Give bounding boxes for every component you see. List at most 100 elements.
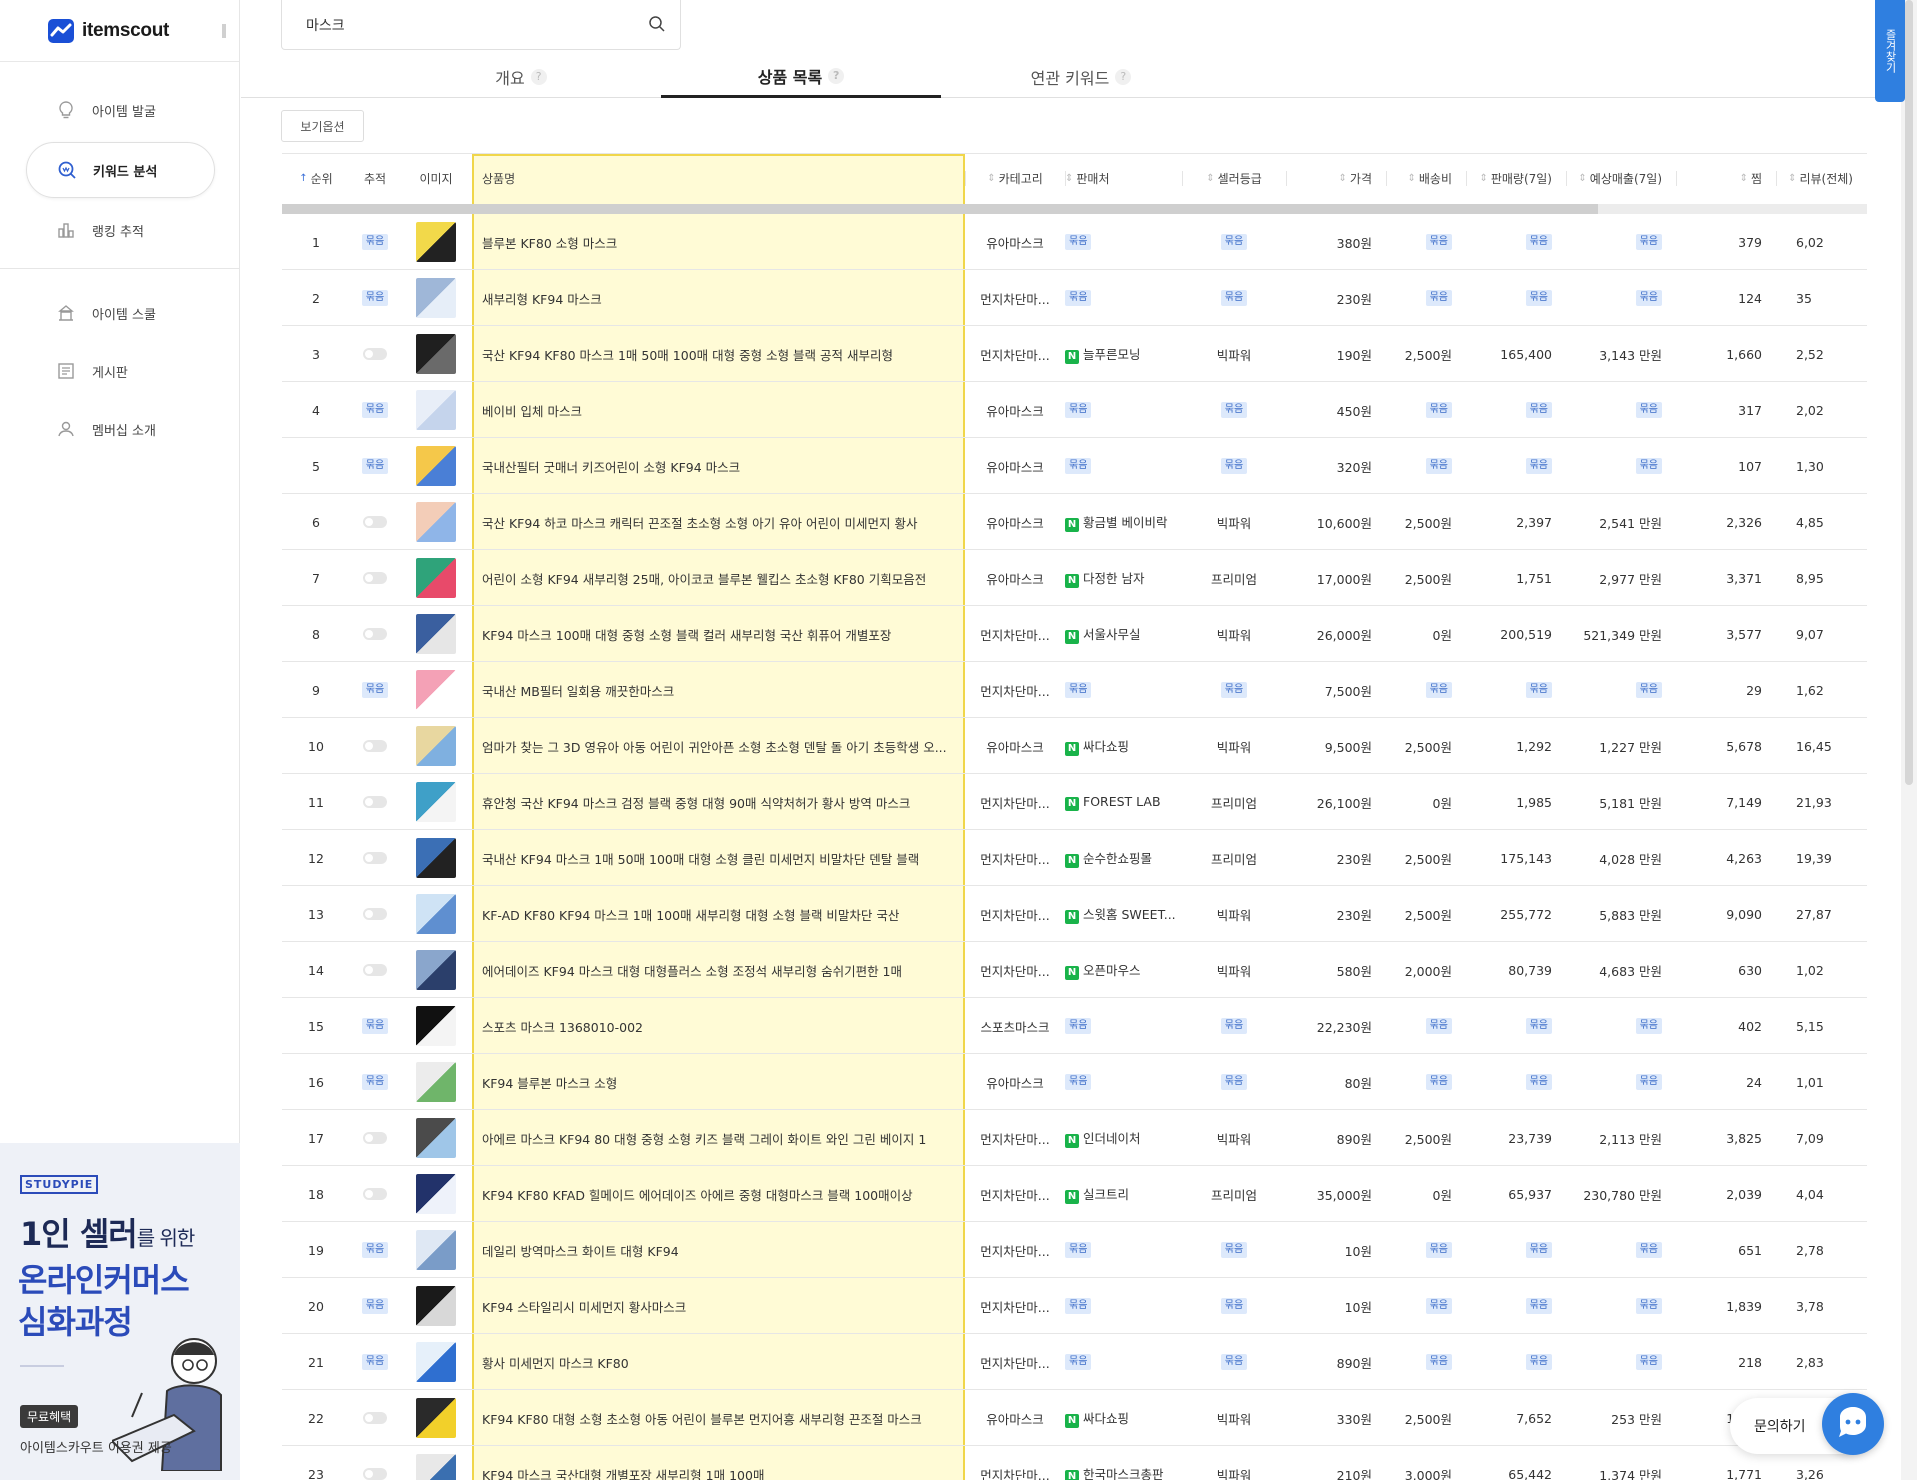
track-cell[interactable]: 묶음 bbox=[350, 1334, 400, 1390]
seller-link[interactable]: N 한국마스크총판 bbox=[1065, 1464, 1164, 1480]
seller-cell[interactable]: N 싸다쇼핑 bbox=[1065, 718, 1182, 774]
column-header[interactable]: ⇕ 찜 bbox=[1676, 154, 1776, 203]
tab-product-list[interactable]: 상품 목록? bbox=[661, 56, 941, 98]
track-toggle[interactable] bbox=[363, 1412, 387, 1424]
seller-link[interactable]: N 실크트리 bbox=[1065, 1184, 1129, 1204]
product-name-cell[interactable]: KF94 스타일리시 미세먼지 황사마스크 bbox=[472, 1278, 965, 1334]
sales-7d-cell[interactable]: 묶음 bbox=[1466, 1222, 1566, 1278]
product-thumbnail[interactable] bbox=[416, 1398, 456, 1438]
product-thumbnail[interactable] bbox=[416, 1062, 456, 1102]
sort-icon[interactable]: ⇕ bbox=[1788, 173, 1796, 184]
sort-icon[interactable]: ⇕ bbox=[987, 173, 995, 184]
product-thumbnail[interactable] bbox=[416, 1006, 456, 1046]
bundle-tag[interactable]: 묶음 bbox=[361, 402, 389, 418]
product-thumbnail[interactable] bbox=[416, 502, 456, 542]
table-row[interactable]: 4 묶음 베이비 입체 마스크 유아마스크 묶음 묶음 450원 묶음 묶음 묶음 317 2,02 bbox=[282, 382, 1867, 438]
product-name-cell[interactable]: 국산 KF94 하코 마스크 캐릭터 끈조절 초소형 소형 아기 유아 어린이 … bbox=[472, 494, 965, 550]
column-header[interactable]: ⇕ 가격 bbox=[1286, 154, 1386, 203]
bundle-tag[interactable]: 묶음 bbox=[1220, 290, 1248, 306]
table-row[interactable]: 14 에어데이즈 KF94 마스크 대형 대형플러스 소형 조정석 새부리형 숨쉬… bbox=[282, 942, 1867, 998]
bundle-tag[interactable]: 묶음 bbox=[361, 1074, 389, 1090]
product-thumbnail[interactable] bbox=[416, 222, 456, 262]
chat-button[interactable] bbox=[1822, 1393, 1884, 1455]
revenue-7d-cell[interactable]: 묶음 bbox=[1566, 1278, 1676, 1334]
column-header[interactable]: ⇕ 판매량(7일) bbox=[1466, 154, 1566, 203]
product-name[interactable]: 에어데이즈 KF94 마스크 대형 대형플러스 소형 조정석 새부리형 숨쉬기편… bbox=[482, 961, 957, 980]
bundle-tag[interactable]: 묶음 bbox=[361, 290, 389, 306]
image-cell[interactable] bbox=[400, 270, 472, 326]
seller-cell[interactable]: N 오픈마우스 bbox=[1065, 942, 1182, 998]
product-thumbnail[interactable] bbox=[416, 1118, 456, 1158]
seller-cell[interactable]: 묶음 bbox=[1065, 662, 1182, 718]
revenue-7d-cell[interactable]: 묶음 bbox=[1566, 662, 1676, 718]
bundle-tag[interactable]: 묶음 bbox=[1425, 682, 1452, 698]
sales-7d-cell[interactable]: 묶음 bbox=[1466, 1334, 1566, 1390]
bundle-tag[interactable]: 묶음 bbox=[361, 234, 389, 250]
seller-grade-cell[interactable]: 묶음 bbox=[1182, 1222, 1286, 1278]
revenue-7d-cell[interactable]: 묶음 bbox=[1566, 998, 1676, 1054]
bundle-tag[interactable]: 묶음 bbox=[1220, 1298, 1248, 1314]
image-cell[interactable] bbox=[400, 942, 472, 998]
product-thumbnail[interactable] bbox=[416, 726, 456, 766]
view-options-button[interactable]: 보기옵션 bbox=[281, 110, 364, 142]
seller-cell[interactable]: N 스윗홈 SWEET... bbox=[1065, 886, 1182, 942]
track-cell[interactable]: 묶음 bbox=[350, 662, 400, 718]
bundle-tag[interactable]: 묶음 bbox=[361, 1242, 389, 1258]
bundle-tag[interactable]: 묶음 bbox=[1525, 1018, 1552, 1034]
product-thumbnail[interactable] bbox=[416, 334, 456, 374]
product-name-cell[interactable]: KF94 블루본 마스크 소형 bbox=[472, 1054, 965, 1110]
product-name-cell[interactable]: KF94 마스크 100매 대형 중형 소형 블랙 컬러 새부리형 국산 휘퓨어… bbox=[472, 606, 965, 662]
seller-cell[interactable]: 묶음 bbox=[1065, 998, 1182, 1054]
image-cell[interactable] bbox=[400, 1166, 472, 1222]
bundle-tag[interactable]: 묶음 bbox=[1525, 1354, 1552, 1370]
column-header[interactable]: ⇕ 예상매출(7일) bbox=[1566, 154, 1676, 203]
image-cell[interactable] bbox=[400, 1390, 472, 1446]
track-cell[interactable]: 묶음 bbox=[350, 270, 400, 326]
product-name[interactable]: KF94 스타일리시 미세먼지 황사마스크 bbox=[482, 1297, 957, 1316]
bundle-tag[interactable]: 묶음 bbox=[1220, 234, 1248, 250]
seller-link[interactable]: N 서울사무실 bbox=[1065, 624, 1141, 644]
track-cell[interactable] bbox=[350, 1166, 400, 1222]
product-name[interactable]: 어린이 소형 KF94 새부리형 25매, 아이코코 블루본 웰킵스 초소형 K… bbox=[482, 569, 957, 588]
seller-grade-cell[interactable]: 묶음 bbox=[1182, 382, 1286, 438]
track-toggle[interactable] bbox=[363, 740, 387, 752]
product-name-cell[interactable]: KF94 마스크 국산대형 개별포장 새부리형 1매 100매 bbox=[472, 1446, 965, 1480]
track-cell[interactable]: 묶음 bbox=[350, 998, 400, 1054]
table-row[interactable]: 6 국산 KF94 하코 마스크 캐릭터 끈조절 초소형 소형 아기 유아 어린이… bbox=[282, 494, 1867, 550]
seller-grade-cell[interactable]: 묶음 bbox=[1182, 662, 1286, 718]
seller-cell[interactable]: 묶음 bbox=[1065, 438, 1182, 494]
table-row[interactable]: 12 국내산 KF94 마스크 1매 50매 100매 대형 소형 클린 미세먼지… bbox=[282, 830, 1867, 886]
bundle-tag[interactable]: 묶음 bbox=[1525, 682, 1552, 698]
track-cell[interactable] bbox=[350, 550, 400, 606]
bundle-tag[interactable]: 묶음 bbox=[361, 1018, 389, 1034]
image-cell[interactable] bbox=[400, 382, 472, 438]
sales-7d-cell[interactable]: 묶음 bbox=[1466, 270, 1566, 326]
image-cell[interactable] bbox=[400, 1054, 472, 1110]
sidebar-item-board[interactable]: 게시판 bbox=[26, 345, 215, 397]
scrollbar-thumb[interactable] bbox=[1905, 0, 1913, 785]
table-row[interactable]: 1 묶음 블루본 KF80 소형 마스크 유아마스크 묶음 묶음 380원 묶음 묶음 묶음 379… bbox=[282, 214, 1867, 270]
table-row[interactable]: 20 묶음 KF94 스타일리시 미세먼지 황사마스크 먼지차단마... 묶음 묶음 10원… bbox=[282, 1278, 1867, 1334]
table-row[interactable]: 22 KF94 KF80 대형 소형 초소형 아동 어린이 블루본 먼지어흥 새부… bbox=[282, 1390, 1867, 1446]
table-row[interactable]: 10 엄마가 찾는 그 3D 영유아 아동 어린이 귀안아픈 소형 초소형 덴탈 … bbox=[282, 718, 1867, 774]
shipping-cell[interactable]: 묶음 bbox=[1386, 1222, 1466, 1278]
seller-cell[interactable]: N 실크트리 bbox=[1065, 1166, 1182, 1222]
column-header[interactable]: ⇕ 셀러등급 bbox=[1182, 154, 1286, 203]
bundle-tag[interactable]: 묶음 bbox=[1635, 1242, 1662, 1258]
product-thumbnail[interactable] bbox=[416, 1286, 456, 1326]
shipping-cell[interactable]: 묶음 bbox=[1386, 214, 1466, 270]
column-header[interactable]: ⇕ 리뷰(전체) bbox=[1776, 154, 1867, 203]
table-row[interactable]: 23 KF94 마스크 국산대형 개별포장 새부리형 1매 100매 먼지차단마..… bbox=[282, 1446, 1867, 1480]
bundle-tag[interactable]: 묶음 bbox=[1525, 234, 1552, 250]
seller-link[interactable]: N FOREST LAB bbox=[1065, 794, 1161, 811]
bundle-tag[interactable]: 묶음 bbox=[1425, 290, 1452, 306]
logo[interactable]: itemscout bbox=[0, 0, 239, 62]
track-cell[interactable] bbox=[350, 1110, 400, 1166]
product-thumbnail[interactable] bbox=[416, 1342, 456, 1382]
sales-7d-cell[interactable]: 묶음 bbox=[1466, 1278, 1566, 1334]
sidebar-item-item-school[interactable]: 아이템 스쿨 bbox=[26, 287, 215, 339]
table-row[interactable]: 16 묶음 KF94 블루본 마스크 소형 유아마스크 묶음 묶음 80원 묶음 묶음 묶음 24 1… bbox=[282, 1054, 1867, 1110]
bundle-tag[interactable]: 묶음 bbox=[1635, 234, 1662, 250]
revenue-7d-cell[interactable]: 묶음 bbox=[1566, 270, 1676, 326]
sort-icon[interactable]: ⇕ bbox=[1740, 173, 1748, 184]
